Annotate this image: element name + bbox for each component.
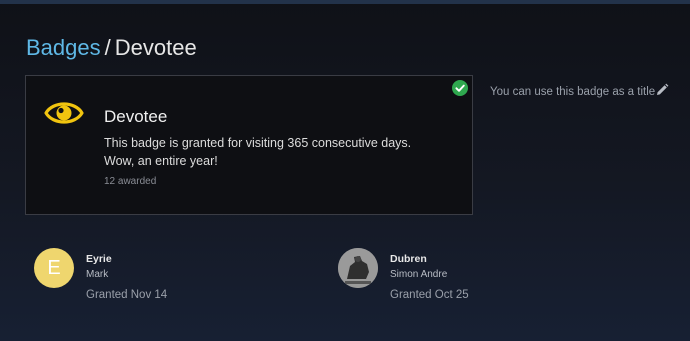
badge-page: Badges / Devotee Devotee This badge is gra… [0,0,690,341]
eye-icon [44,102,84,124]
grant-date: Granted Oct 25 [390,289,469,301]
badge-awarded-count: 12 awarded [104,176,157,187]
grantee-card[interactable]: Dubren Simon Andre Granted Oct 25 [338,248,598,308]
avatar[interactable] [338,248,378,288]
pencil-icon[interactable] [655,83,669,97]
avatar-photo [338,248,378,288]
breadcrumb: Badges / Devotee [26,34,197,62]
badge-name: Devotee [104,107,168,126]
check-circle-icon [452,80,468,96]
top-strip [0,0,690,4]
grant-date: Granted Nov 14 [86,289,168,301]
page-title: Devotee [114,35,197,60]
badge-card: Devotee This badge is granted for visiti… [25,75,473,215]
badge-description: This badge is granted for visiting 365 c… [104,136,412,168]
grantee-name[interactable]: Dubren [390,253,427,266]
grantee-name[interactable]: Eyrie [86,253,112,266]
breadcrumb-badges-link[interactable]: Badges [26,35,101,60]
use-as-title-note: You can use this badge as a title [490,86,656,98]
breadcrumb-separator: / [104,35,111,60]
grantee-card[interactable]: E Eyrie Mark Granted Nov 14 [34,248,294,308]
grantee-username: Mark [86,269,109,280]
grantee-username: Simon Andre [390,269,448,280]
avatar[interactable]: E [34,248,74,288]
